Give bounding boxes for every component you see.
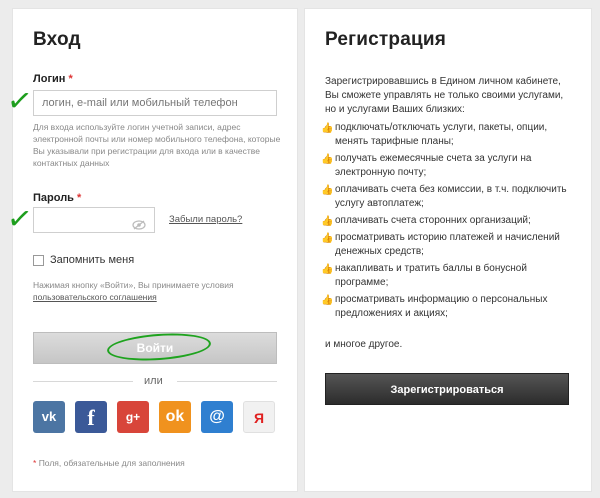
register-intro: Зарегистрировавшись в Едином личном каби… (325, 76, 564, 115)
thumbs-up-icon: 👍 (321, 185, 334, 196)
password-input[interactable] (33, 207, 155, 233)
list-item: 👍 накапливать и тратить баллы в бонусной … (321, 263, 527, 288)
green-checkmark-icon: ✓ (4, 83, 35, 120)
required-mark: * (68, 73, 73, 85)
login-hint: Для входа используйте логин учетной запи… (33, 122, 281, 168)
register-outro: и многое другое. (325, 339, 403, 350)
facebook-login-button[interactable]: f (75, 401, 107, 433)
login-panel: Вход Логин* ✓ Для входа используйте логи… (5, 8, 298, 492)
login-title: Вход (33, 29, 81, 50)
forgot-password-link[interactable]: Забыли пароль? (169, 214, 242, 225)
divider (177, 381, 277, 382)
login-input[interactable] (33, 90, 277, 116)
register-panel: Регистрация Зарегистрировавшись в Едином… (304, 8, 592, 492)
register-button[interactable]: Зарегистрироваться (325, 373, 569, 405)
odnoklassniki-login-button[interactable]: ok (159, 401, 191, 433)
thumbs-up-icon: 👍 (321, 154, 334, 165)
login-button[interactable]: Войти (33, 332, 277, 364)
eye-icon[interactable] (132, 215, 146, 239)
thumbs-up-icon: 👍 (321, 216, 334, 227)
google-plus-login-button[interactable]: g+ (117, 401, 149, 433)
benefits-list: 👍 подключать/отключать услуги, пакеты, оп… (319, 121, 581, 324)
remember-me-label[interactable]: Запомнить меня (50, 254, 134, 266)
password-label: Пароль * (33, 192, 82, 204)
list-item: 👍 подключать/отключать услуги, пакеты, оп… (321, 122, 548, 147)
required-fields-note: * Поля, обязательные для заполнения (33, 458, 185, 468)
terms-notice: Нажимая кнопку «Войти», Вы принимаете ус… (33, 280, 234, 302)
green-checkmark-icon: ✓ (4, 201, 35, 238)
yandex-login-button[interactable]: Я (243, 401, 275, 433)
list-item: 👍 оплачивать счета без комиссии, в т.ч. п… (321, 184, 567, 209)
remember-me-checkbox[interactable] (33, 255, 44, 266)
thumbs-up-icon: 👍 (321, 295, 334, 306)
login-label: Логин * (33, 73, 73, 85)
mailru-login-button[interactable]: @ (201, 401, 233, 433)
vk-login-button[interactable]: vk (33, 401, 65, 433)
thumbs-up-icon: 👍 (321, 233, 334, 244)
required-mark: * (76, 192, 82, 204)
list-item: 👍 просматривать историю платежей и начисл… (321, 232, 560, 257)
or-text: или (144, 375, 163, 387)
terms-link[interactable]: пользовательского соглашения (33, 292, 157, 302)
divider (33, 381, 133, 382)
list-item: 👍 оплачивать счета сторонних организаций; (321, 215, 531, 227)
list-item: 👍 просматривать информацию о персональных… (321, 294, 548, 319)
thumbs-up-icon: 👍 (321, 264, 334, 275)
thumbs-up-icon: 👍 (321, 123, 334, 134)
list-item: 👍 получать ежемесячные счета за услуги на… (321, 153, 532, 178)
register-title: Регистрация (325, 29, 447, 50)
